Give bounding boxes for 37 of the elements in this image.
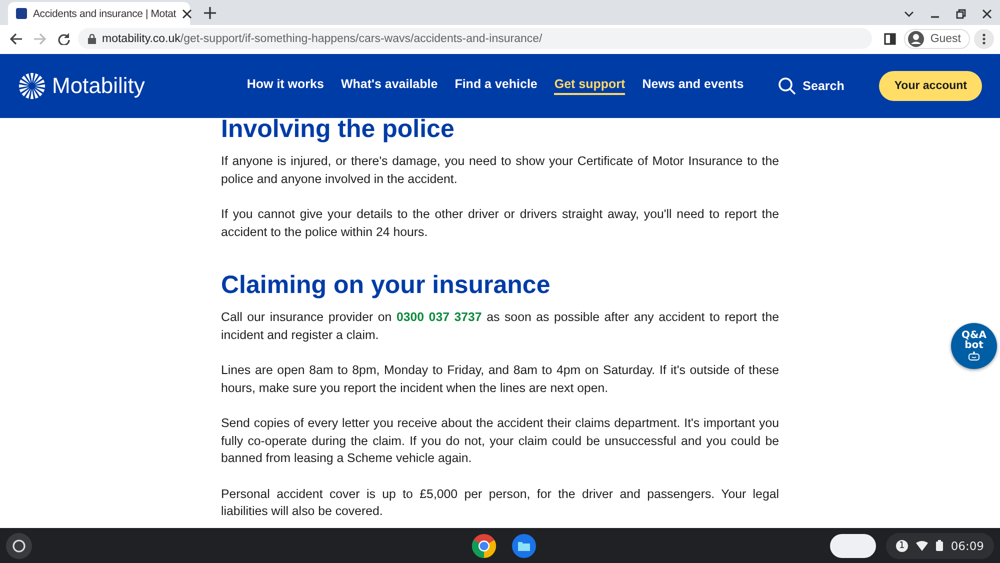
address-bar[interactable]: motability.co.uk/get-support/if-something-happens/cars-wavs/accidents-and-insurance/: [78, 28, 872, 49]
search-button[interactable]: Search: [778, 77, 844, 95]
menu-icon[interactable]: [974, 28, 994, 48]
nav-link[interactable]: Get support: [554, 77, 626, 95]
account-button[interactable]: Your account: [879, 71, 982, 101]
wifi-icon: [916, 540, 928, 550]
new-tab-button[interactable]: [204, 7, 216, 19]
paragraph: Personal accident cover is up to £5,000 per person, for the driver and passengers. Your legal liabilities will also be covered.: [221, 486, 779, 520]
nav-link[interactable]: How it works: [246, 77, 324, 95]
files-app-icon[interactable]: [512, 534, 536, 558]
close-icon[interactable]: [182, 8, 192, 18]
paragraph: Lines are open 8am to 8pm, Monday to Friday, and 8am to 4pm on Saturday. If it's outside of these hours, make sure you report the incident when the lines are next open.: [221, 362, 779, 397]
search-icon: [778, 77, 796, 95]
profile-button[interactable]: Guest: [904, 28, 970, 48]
tab-title: Accidents and insurance | Motat: [33, 8, 176, 20]
browser-app-icon[interactable]: [472, 534, 496, 558]
robot-icon: [968, 351, 980, 361]
paragraph: Call our insurance provider on 0300 037 3737 as soon as possible after any accident to report the incident and register a claim.: [221, 309, 779, 344]
paragraph: If anyone is injured, or there's damage, you need to show your Certificate of Motor Insurance to the police and anyone involved in the accident.: [221, 153, 779, 188]
paragraph: Send copies of every letter you receive about the accident their claims department. It's important you fully co-operate during the claim. If you do not, your claim could be unsuccessful and you could be banned from leasing a Scheme vehicle again.: [221, 415, 779, 467]
nav-link[interactable]: What's available: [340, 77, 438, 95]
favicon-icon: [16, 8, 27, 19]
circle-icon: [12, 538, 26, 552]
status-tray[interactable]: 1 06:09: [886, 532, 994, 558]
notification-count: 1: [896, 540, 908, 552]
logo-icon: [18, 72, 46, 100]
battery-icon: [936, 540, 943, 551]
clock: 06:09: [950, 538, 984, 552]
paragraph: If you cannot give your details to the other driver or drivers straight away, you'll need to report the accident to the police within 24 hours.: [221, 206, 779, 241]
section-heading: Involving the police: [221, 118, 456, 143]
launcher-button[interactable]: [6, 532, 32, 558]
nav-link[interactable]: Find a vehicle: [454, 77, 538, 95]
logo-text[interactable]: Motability: [52, 73, 145, 99]
avatar-icon: [908, 30, 924, 46]
section-heading: Claiming on your insurance: [221, 271, 552, 299]
nav-link[interactable]: News and events: [642, 77, 744, 95]
chatbot-button[interactable]: Q&A bot: [951, 323, 997, 369]
